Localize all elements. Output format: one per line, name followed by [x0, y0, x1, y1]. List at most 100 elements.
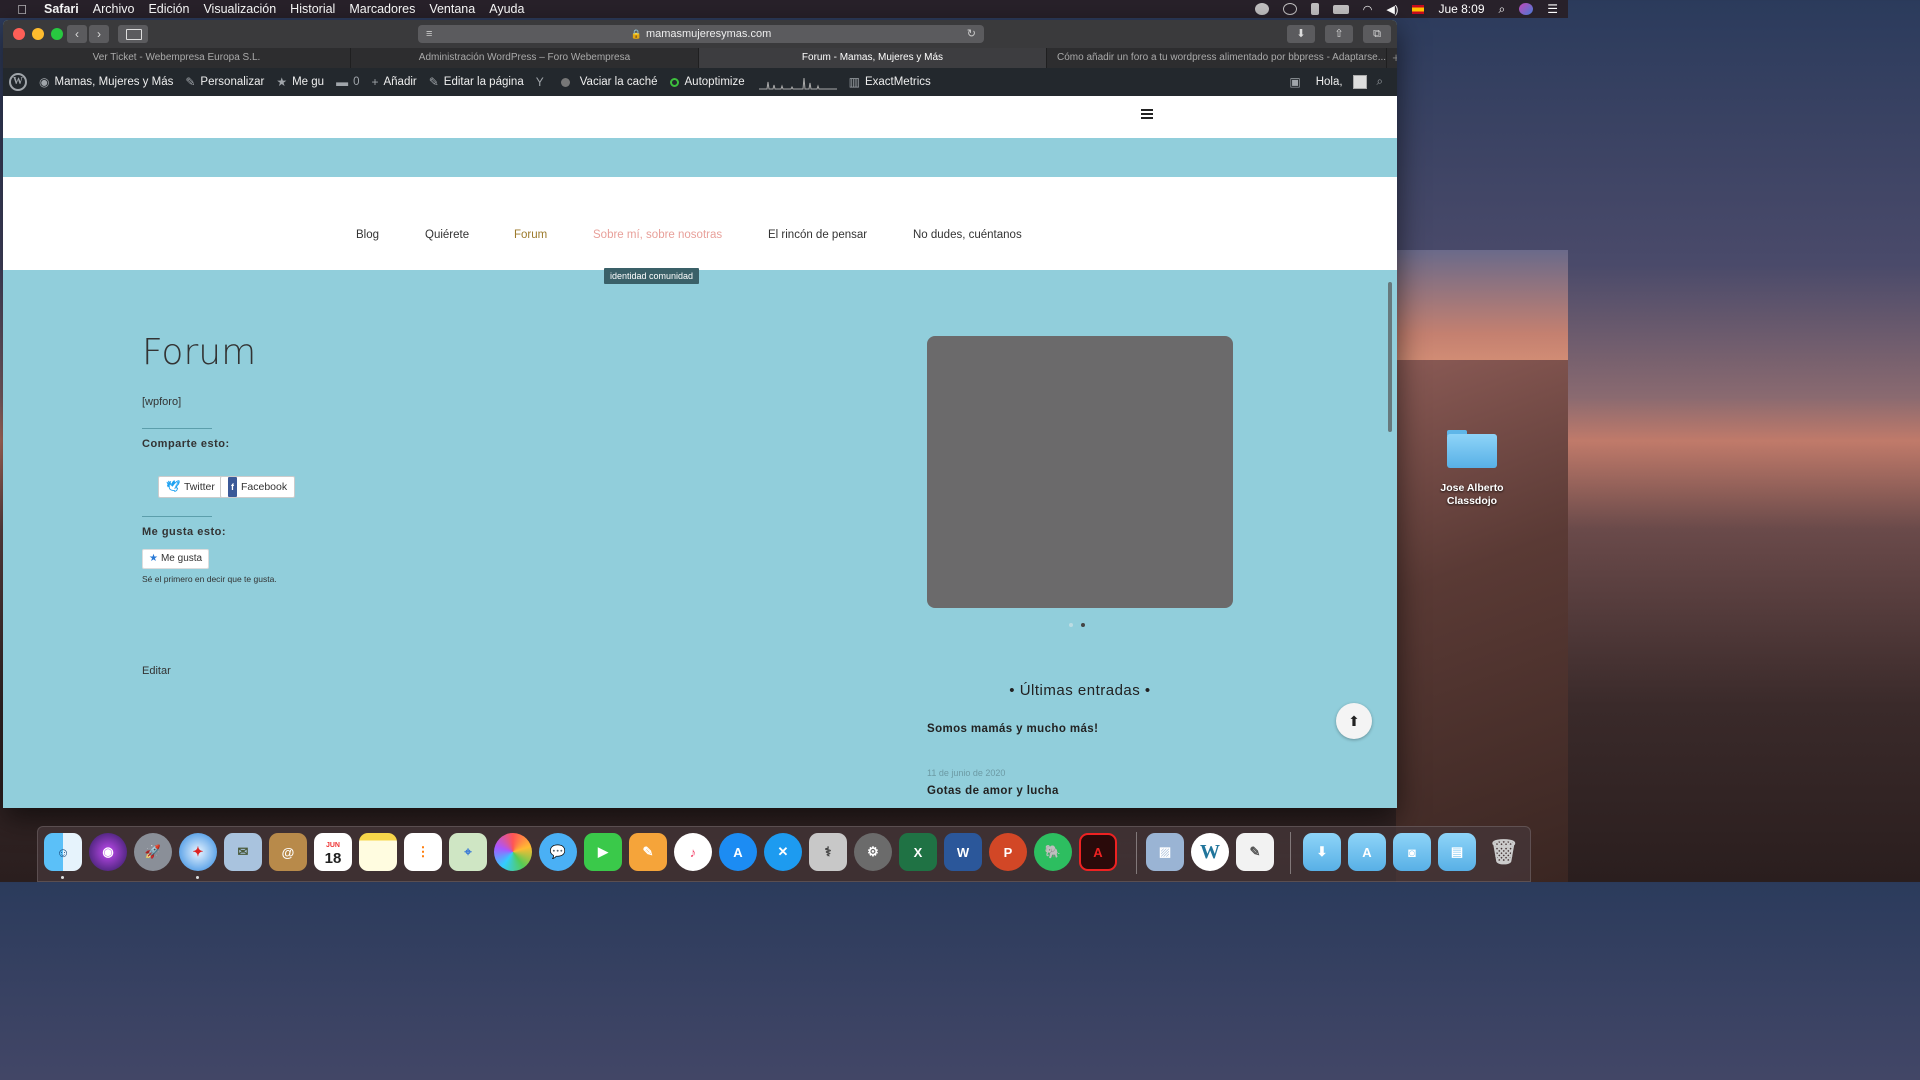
- back-button[interactable]: ‹: [67, 25, 87, 43]
- downloads-button[interactable]: ⬇: [1287, 25, 1315, 43]
- twitter-share-button[interactable]: 🕊 Twitter: [158, 476, 223, 498]
- messages-icon[interactable]: 💬: [539, 833, 577, 871]
- downloads-folder-icon[interactable]: ⬇: [1303, 833, 1341, 871]
- wordpress-logo-icon[interactable]: W: [9, 73, 27, 91]
- siri-dock-icon[interactable]: ◉: [89, 833, 127, 871]
- applications-folder-icon[interactable]: A: [1348, 833, 1386, 871]
- trash-icon[interactable]: 🗑: [1485, 833, 1523, 871]
- tab-como-anadir-foro[interactable]: Cómo añadir un foro a tu wordpress alime…: [1047, 48, 1387, 68]
- menu-ayuda[interactable]: Ayuda: [489, 2, 524, 16]
- tab-forum[interactable]: Forum - Mamas, Mujeres y Más: [699, 48, 1047, 68]
- excel-icon[interactable]: X: [899, 833, 937, 871]
- tabs-overview-button[interactable]: ⧉: [1363, 25, 1391, 43]
- nav-item-rincon[interactable]: El rincón de pensar: [768, 229, 867, 241]
- wp-like-link[interactable]: ★ Me gu: [276, 75, 324, 89]
- screenshots-folder-icon[interactable]: ◙: [1393, 833, 1431, 871]
- notifications-icon[interactable]: ▣: [1289, 75, 1300, 89]
- creative-cloud-icon[interactable]: [1254, 3, 1269, 15]
- zoom-window-button[interactable]: [51, 28, 63, 40]
- new-tab-button[interactable]: +: [1387, 48, 1397, 68]
- nav-item-quierete[interactable]: Quiérete: [425, 229, 469, 241]
- reader-menu-icon[interactable]: ≡: [426, 25, 432, 43]
- reload-icon[interactable]: ↻: [967, 25, 976, 43]
- nav-item-cuentanos[interactable]: No dudes, cuéntanos: [913, 229, 1022, 241]
- wp-clear-cache-link[interactable]: Vaciar la caché: [560, 76, 658, 88]
- desktop-folder-label[interactable]: Jose Alberto Classdojo: [1424, 482, 1520, 508]
- tab-admin-wordpress[interactable]: Administración WordPress – Foro Webempre…: [351, 48, 699, 68]
- share-button[interactable]: ⇧: [1325, 25, 1353, 43]
- textedit-icon[interactable]: ✎: [1236, 833, 1274, 871]
- wp-customize-link[interactable]: ✎ Personalizar: [185, 75, 264, 89]
- wp-search-icon[interactable]: ⌕: [1377, 76, 1383, 89]
- music-icon[interactable]: ♪: [674, 833, 712, 871]
- wp-comments-link[interactable]: ▬ 0: [336, 75, 359, 89]
- word-icon[interactable]: W: [944, 833, 982, 871]
- nav-item-blog[interactable]: Blog: [356, 229, 379, 241]
- input-source-flag-icon[interactable]: [1412, 4, 1425, 14]
- desktop-folder-icon[interactable]: [1447, 430, 1497, 468]
- facetime-icon[interactable]: ▶: [584, 833, 622, 871]
- wp-greeting[interactable]: Hola,: [1316, 76, 1343, 88]
- photos-icon[interactable]: [494, 833, 532, 871]
- hamburger-menu-icon[interactable]: [1141, 109, 1153, 119]
- spotlight-search-icon[interactable]: ⌕: [1499, 2, 1506, 17]
- powerpoint-icon[interactable]: P: [989, 833, 1027, 871]
- wp-edit-page-link[interactable]: ✎ Editar la página: [429, 75, 524, 89]
- volume-icon[interactable]: ◀): [1386, 3, 1398, 16]
- stats-sparkline[interactable]: [758, 74, 837, 90]
- page-scrollbar[interactable]: [1388, 282, 1392, 432]
- facebook-share-button[interactable]: f Facebook: [220, 476, 296, 498]
- menu-ventana[interactable]: Ventana: [429, 2, 475, 16]
- recent-post-link[interactable]: Gotas de amor y lucha: [927, 785, 1059, 797]
- wp-add-new-link[interactable]: + Añadir: [371, 75, 416, 89]
- slider-dot-active[interactable]: [1081, 623, 1085, 627]
- bluetooth-icon[interactable]: [1310, 3, 1319, 15]
- menu-visualizacion[interactable]: Visualización: [203, 2, 276, 16]
- pages-icon[interactable]: ✎: [629, 833, 667, 871]
- launchpad-icon[interactable]: 🚀: [134, 833, 172, 871]
- menu-clock[interactable]: Jue 8:09: [1438, 2, 1484, 16]
- disk-utility-icon[interactable]: ⚕: [809, 833, 847, 871]
- wordpress-app-icon[interactable]: W: [1191, 833, 1229, 871]
- wp-site-link[interactable]: ◉ Mamas, Mujeres y Más: [39, 75, 173, 89]
- menu-edicion[interactable]: Edición: [148, 2, 189, 16]
- safari-dock-icon[interactable]: ✦: [179, 833, 217, 871]
- calendar-icon[interactable]: JUN 18: [314, 833, 352, 871]
- notes-icon[interactable]: [359, 833, 397, 871]
- mail-stamp-icon[interactable]: ✉: [224, 833, 262, 871]
- menu-safari[interactable]: Safari: [44, 2, 79, 16]
- nav-item-forum[interactable]: Forum: [514, 229, 547, 241]
- documents-folder-icon[interactable]: ▤: [1438, 833, 1476, 871]
- close-window-button[interactable]: [13, 28, 25, 40]
- menu-archivo[interactable]: Archivo: [93, 2, 135, 16]
- notification-center-icon[interactable]: ☰: [1547, 2, 1558, 16]
- slider-dot[interactable]: [1069, 623, 1073, 627]
- edit-link[interactable]: Editar: [142, 665, 171, 677]
- preview-icon[interactable]: ▨: [1146, 833, 1184, 871]
- time-machine-icon[interactable]: [1282, 3, 1297, 15]
- siri-icon[interactable]: [1519, 3, 1534, 15]
- recent-post-link[interactable]: Somos mamás y mucho más!: [927, 723, 1098, 735]
- battery-icon[interactable]: [1332, 4, 1349, 14]
- sidebar-toggle-button[interactable]: [118, 25, 148, 43]
- wp-exactmetrics-link[interactable]: ▥ ExactMetrics: [849, 75, 931, 89]
- like-button[interactable]: ★ Me gusta: [142, 549, 210, 569]
- minimize-window-button[interactable]: [32, 28, 44, 40]
- acrobat-icon[interactable]: A: [1079, 833, 1117, 871]
- contacts-icon[interactable]: @: [269, 833, 307, 871]
- menu-marcadores[interactable]: Marcadores: [349, 2, 415, 16]
- evernote-icon[interactable]: 🐘: [1034, 833, 1072, 871]
- system-preferences-icon[interactable]: ⚙: [854, 833, 892, 871]
- nav-item-sobre-mi[interactable]: Sobre mí, sobre nosotras: [593, 229, 722, 241]
- forward-button[interactable]: ›: [89, 25, 109, 43]
- maps-icon[interactable]: ⌖: [449, 833, 487, 871]
- reminders-icon[interactable]: ⋮: [404, 833, 442, 871]
- yoast-seo-link[interactable]: Y: [536, 75, 549, 89]
- wifi-icon[interactable]: ◠: [1363, 3, 1373, 16]
- tab-ver-ticket[interactable]: Ver Ticket - Webempresa Europa S.L.: [3, 48, 351, 68]
- finder-icon[interactable]: ☺: [44, 833, 82, 871]
- xcode-icon[interactable]: ✕: [764, 833, 802, 871]
- avatar[interactable]: [1352, 75, 1367, 89]
- address-bar[interactable]: ≡ 🔒 mamasmujeresymas.com ↻: [418, 25, 984, 43]
- app-store-icon[interactable]: A: [719, 833, 757, 871]
